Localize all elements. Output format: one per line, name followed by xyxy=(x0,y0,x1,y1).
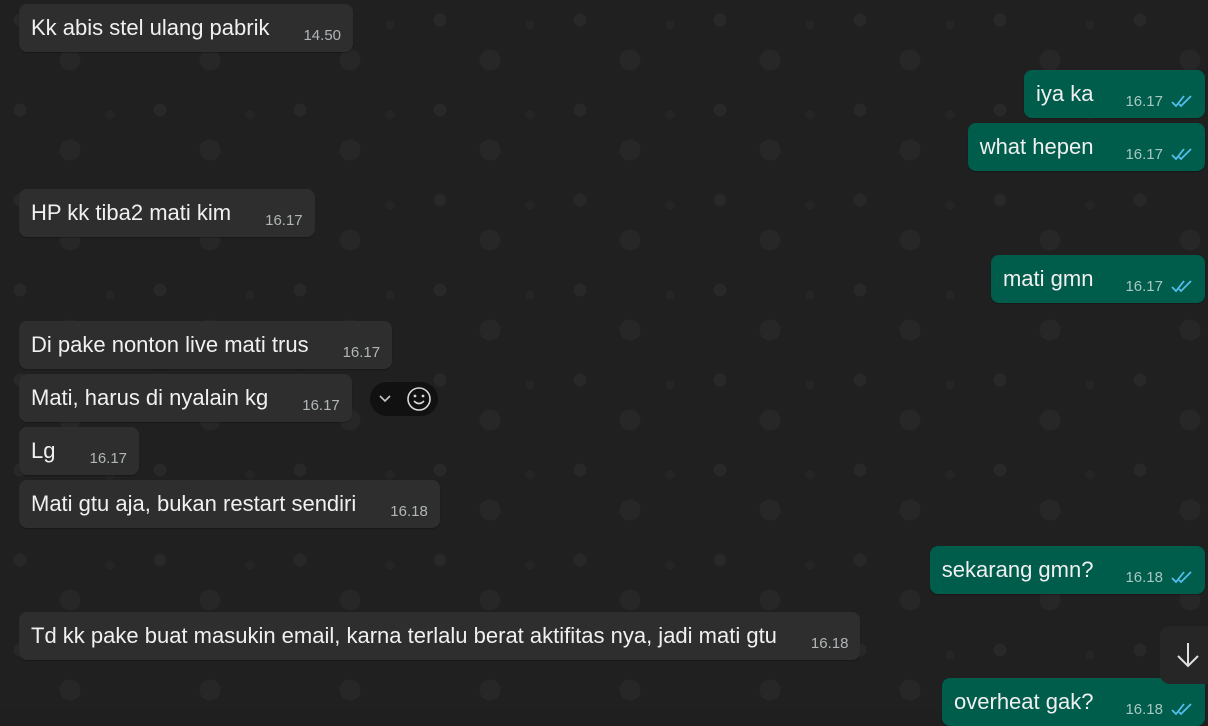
message-text: sekarang gmn? xyxy=(941,557,1094,582)
double-check-icon xyxy=(1171,148,1192,161)
message-incoming[interactable]: Di pake nonton live mati trus 16.17 xyxy=(19,321,393,369)
message-incoming[interactable]: Mati, harus di nyalain kg 16.17 xyxy=(19,374,352,422)
message-time: 16.18 xyxy=(390,502,428,520)
double-check-icon xyxy=(1171,95,1192,108)
message-incoming[interactable]: Mati gtu aja, bukan restart sendiri 16.1… xyxy=(19,480,440,528)
message-text: overheat gak? xyxy=(954,689,1094,714)
message-outgoing[interactable]: what hepen 16.17 xyxy=(967,123,1205,171)
double-check-icon xyxy=(1171,280,1192,293)
message-incoming[interactable]: Td kk pake buat masukin email, karna ter… xyxy=(19,612,861,660)
message-time: 16.17 xyxy=(265,211,303,229)
message-text: Kk abis stel ulang pabrik xyxy=(31,15,270,40)
scroll-to-bottom-button[interactable] xyxy=(1160,626,1208,684)
chevron-down-icon[interactable] xyxy=(377,391,393,407)
message-text: Mati gtu aja, bukan restart sendiri xyxy=(31,491,357,516)
message-time: 16.18 xyxy=(810,634,849,652)
message-time: 16.17 xyxy=(302,396,340,414)
message-time: 16.17 xyxy=(89,449,128,467)
message-incoming[interactable]: Kk abis stel ulang pabrik 14.50 xyxy=(19,4,354,52)
message-time: 16.18 xyxy=(1125,700,1163,718)
message-text: iya ka xyxy=(1035,81,1094,106)
message-time: 16.17 xyxy=(1125,92,1163,110)
message-outgoing[interactable]: iya ka 16.17 xyxy=(1023,70,1205,118)
message-incoming[interactable]: HP kk tiba2 mati kim 16.17 xyxy=(19,189,315,237)
message-text: Mati, harus di nyalain kg xyxy=(31,385,269,410)
double-check-icon xyxy=(1171,703,1192,716)
message-actions xyxy=(370,382,438,416)
message-time: 16.17 xyxy=(1125,277,1163,295)
double-check-icon xyxy=(1171,571,1192,584)
message-outgoing[interactable]: sekarang gmn? 16.18 xyxy=(929,546,1205,594)
message-list[interactable]: Kk abis stel ulang pabrik 14.50 iya ka 1… xyxy=(0,0,1208,726)
message-time: 14.50 xyxy=(303,26,342,44)
message-text: Lg xyxy=(31,438,56,463)
arrow-down-icon xyxy=(1177,643,1199,668)
message-text: Di pake nonton live mati trus xyxy=(31,332,309,357)
message-outgoing[interactable]: mati gmn 16.17 xyxy=(990,255,1205,303)
message-text: Td kk pake buat masukin email, karna ter… xyxy=(31,623,777,648)
message-text: what hepen xyxy=(979,134,1094,159)
message-time: 16.17 xyxy=(342,343,381,361)
smiley-icon[interactable] xyxy=(406,386,432,412)
message-outgoing[interactable]: overheat gak? 16.18 xyxy=(942,678,1205,726)
message-time: 16.18 xyxy=(1125,568,1163,586)
message-incoming[interactable]: Lg 16.17 xyxy=(19,427,140,475)
message-time: 16.17 xyxy=(1125,145,1163,163)
message-text: HP kk tiba2 mati kim xyxy=(31,200,232,225)
message-text: mati gmn xyxy=(1002,266,1094,291)
